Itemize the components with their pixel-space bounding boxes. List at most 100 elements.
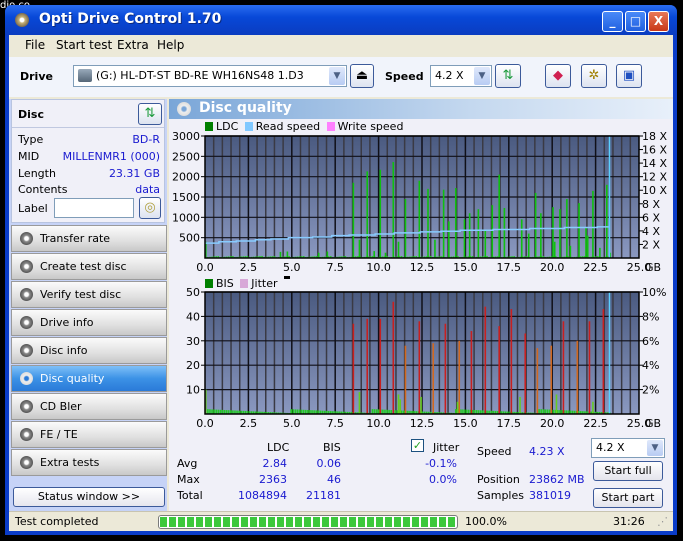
speed-select[interactable]: 4.2 X ▼ <box>430 65 492 87</box>
y-tick-label: 50 <box>186 286 200 299</box>
save-button[interactable]: ▣ <box>616 64 642 88</box>
menu-bar: File Start test Extra Help <box>9 35 673 55</box>
x-unit-label: GB <box>645 417 661 430</box>
cd-bler-icon <box>20 400 33 413</box>
start-full-button[interactable]: Start full <box>593 461 663 481</box>
x-tick-label: 5.0 <box>283 261 301 274</box>
nav-drive-info[interactable]: Drive info <box>11 309 167 336</box>
ldc-bar <box>454 188 457 258</box>
ldc-bar <box>317 252 320 258</box>
test-speed-select[interactable]: 4.2 X ▼ <box>591 438 665 458</box>
fe-te-icon <box>20 428 33 441</box>
nav-label: CD Bler <box>40 400 82 413</box>
ldc-bar <box>448 221 450 258</box>
test-speed-value: 4.2 X <box>596 441 625 454</box>
bis-bar-minor <box>555 394 558 414</box>
disc-contents-value: data <box>135 183 160 196</box>
resize-grip-icon[interactable]: ⋰ <box>657 514 668 530</box>
ldc-bar <box>520 219 523 258</box>
x-tick-label: 5.0 <box>283 417 301 430</box>
nav-create-test-disc[interactable]: Create test disc <box>11 253 167 280</box>
jitter-checkbox[interactable]: ✓ <box>411 439 424 452</box>
x-tick-label: 22.5 <box>583 261 608 274</box>
stats-total-label: Total <box>177 489 203 502</box>
eraser-icon: ◆ <box>553 68 563 83</box>
refresh-button[interactable]: ⇅ <box>495 64 521 88</box>
nav-disc-quality[interactable]: Disc quality <box>11 365 167 392</box>
drive-select-value: (G:) HL-DT-ST BD-RE WH16NS48 1.D3 <box>96 69 304 82</box>
jitter-avg: -0.1% <box>425 457 457 470</box>
status-window-button[interactable]: Status window >> <box>13 487 165 507</box>
x-tick-label: 7.5 <box>326 261 344 274</box>
menu-start-test[interactable]: Start test <box>56 38 112 52</box>
speed-stat-value: 4.23 X <box>529 445 565 458</box>
y2-tick-label: 8% <box>642 310 659 323</box>
disc-refresh-button[interactable]: ⇅ <box>138 103 162 125</box>
y-tick-label: 30 <box>186 335 200 348</box>
close-button[interactable]: X <box>648 11 669 32</box>
nav-disc-info[interactable]: Disc info <box>11 337 167 364</box>
stats-header-ldc: LDC <box>267 441 290 454</box>
bis-bar-minor <box>456 401 459 414</box>
disc-quality-panel: Disc quality LDC Read speed Write speed … <box>169 99 673 511</box>
position-value: 23862 MB <box>529 473 585 486</box>
ldc-bar <box>352 182 355 258</box>
stats-total-ldc: 1084894 <box>238 489 287 502</box>
ldc-bar <box>279 251 282 258</box>
y-tick-label: 10 <box>186 384 200 397</box>
position-label: Position <box>477 473 520 486</box>
eject-icon: ⏏ <box>355 68 369 83</box>
x-tick-label: 22.5 <box>583 417 608 430</box>
bis-bar <box>510 309 513 414</box>
ldc-bar <box>434 239 436 258</box>
progress-text: 100.0% <box>465 515 507 528</box>
start-part-button[interactable]: Start part <box>593 488 663 508</box>
menu-file[interactable]: File <box>25 38 45 52</box>
disc-label-input[interactable] <box>54 198 134 218</box>
bis-bar <box>418 321 421 414</box>
close-icon: X <box>653 14 664 28</box>
disc-label-button[interactable]: ◎ <box>139 197 161 219</box>
bis-bar <box>470 331 473 414</box>
minimize-button[interactable]: _ <box>602 11 623 32</box>
samples-value: 381019 <box>529 489 571 502</box>
menu-help[interactable]: Help <box>157 38 184 52</box>
disc-quality-icon <box>20 372 33 385</box>
settings-button[interactable]: ✲ <box>581 64 607 88</box>
y2-tick-label: 2% <box>642 384 659 397</box>
nav-fe-te[interactable]: FE / TE <box>11 421 167 448</box>
window-title: Opti Drive Control 1.70 <box>39 11 222 27</box>
transfer-rate-icon <box>20 232 33 245</box>
y-tick-label: 3000 <box>172 130 200 143</box>
drive-info-icon <box>20 316 33 329</box>
nav-extra-tests[interactable]: Extra tests <box>11 449 167 476</box>
y2-tick-label: 12 X <box>642 171 667 184</box>
nav-verify-test-disc[interactable]: Verify test disc <box>11 281 167 308</box>
progress-bar <box>158 515 458 529</box>
ldc-bar <box>498 174 500 258</box>
refresh-arrows-icon: ⇅ <box>502 68 514 83</box>
stats-avg-bis: 0.06 <box>316 457 342 470</box>
maximize-button[interactable]: □ <box>625 11 646 32</box>
drive-select[interactable]: (G:) HL-DT-ST BD-RE WH16NS48 1.D3 ▼ <box>73 65 347 87</box>
nav-transfer-rate[interactable]: Transfer rate <box>11 225 167 252</box>
divider <box>12 127 164 128</box>
chevron-down-icon: ▼ <box>474 67 490 85</box>
nav-cd-bler[interactable]: CD Bler <box>11 393 167 420</box>
erase-button[interactable]: ◆ <box>545 64 571 88</box>
create-disc-icon <box>20 260 33 273</box>
ldc-bar <box>358 239 361 258</box>
y2-tick-label: 2 X <box>642 238 660 251</box>
title-bar[interactable]: Opti Drive Control 1.70 _ □ X <box>5 5 677 35</box>
nav-label: Disc quality <box>40 372 105 385</box>
menu-extra[interactable]: Extra <box>117 38 149 52</box>
progress-fill <box>160 517 456 527</box>
nav-label: Extra tests <box>40 456 100 469</box>
cd-icon: ◎ <box>144 200 156 215</box>
jitter-max: 0.0% <box>429 473 457 486</box>
chevron-down-icon: ▼ <box>647 440 663 456</box>
eject-button[interactable]: ⏏ <box>350 64 374 88</box>
ldc-bar <box>468 213 471 258</box>
status-bar: Test completed 100.0% 31:26 ⋰ <box>9 511 673 531</box>
stats-max-label: Max <box>177 473 200 486</box>
